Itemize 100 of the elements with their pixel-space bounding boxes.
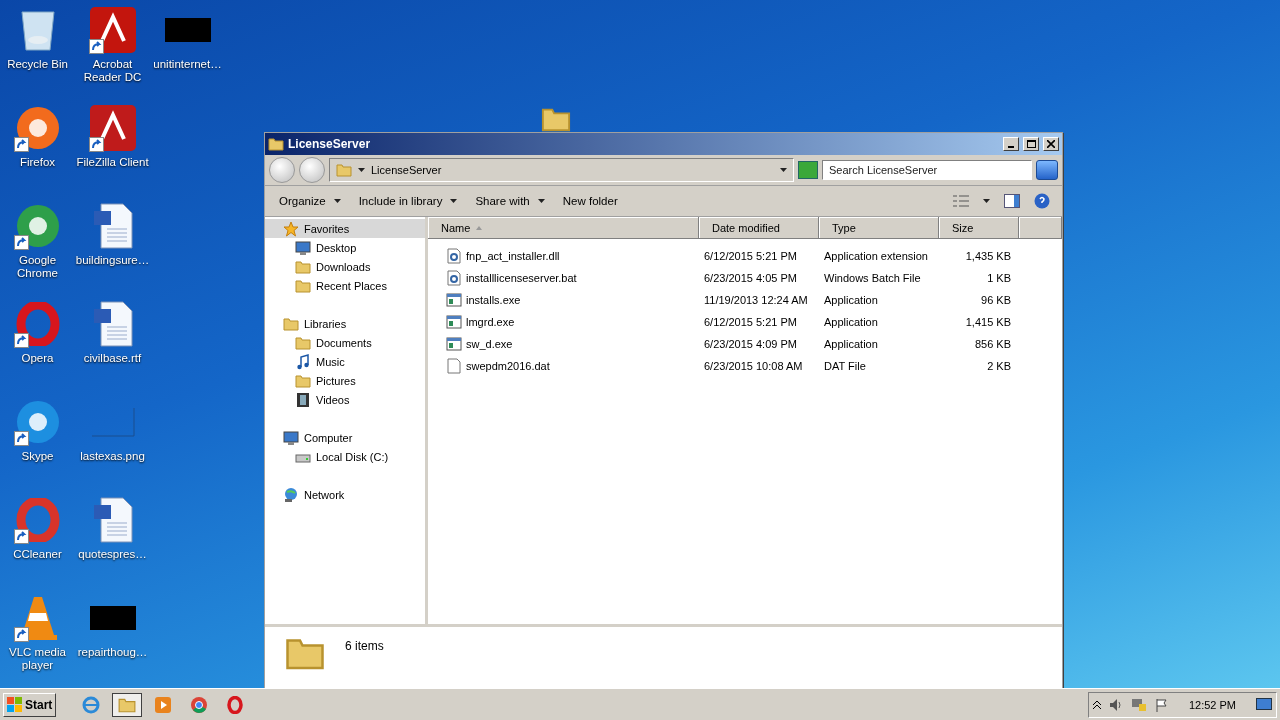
caret-icon — [780, 168, 787, 172]
folder-icon — [336, 162, 352, 178]
size-cell-text: 1,415 KB — [964, 316, 1012, 328]
file-name[interactable]: installlicenseserver.bat — [428, 270, 699, 286]
file-name[interactable]: installs.exe — [428, 292, 699, 308]
document-icon — [92, 203, 133, 249]
desktop-icon-label[interactable]: Recycle Bin — [7, 58, 68, 71]
desktop-icon-label[interactable]: CCleaner — [13, 548, 62, 561]
nav-item[interactable]: Computer — [265, 428, 425, 447]
caret-icon — [333, 199, 341, 203]
round-logo-icon — [15, 204, 60, 248]
date-cell-text: 6/23/2015 4:09 PM — [703, 338, 798, 350]
network-globe-icon — [283, 486, 299, 503]
caret-icon — [537, 199, 545, 203]
monitor-icon — [283, 429, 299, 446]
caret-icon — [983, 199, 990, 203]
chevron-up-icon — [1092, 699, 1101, 710]
folder-icon — [283, 315, 299, 332]
gear-file-icon — [446, 270, 462, 286]
nav-item[interactable]: Local Disk (C:) — [265, 447, 425, 466]
column-header[interactable]: Type — [819, 217, 939, 239]
nav-item[interactable]: Network — [265, 485, 425, 504]
desktop-icon-label[interactable]: lastexas.png — [80, 450, 145, 463]
file-name[interactable]: sw_d.exe — [428, 336, 699, 352]
trash-bin-icon — [19, 8, 56, 52]
start-button[interactable]: Start — [3, 692, 57, 717]
item-count: 6 items — [345, 638, 384, 653]
date-cell-text: 6/12/2015 5:21 PM — [703, 316, 798, 328]
nav-item[interactable]: Videos — [265, 390, 425, 409]
desktop-icon-label[interactable]: quotespres… — [78, 548, 147, 561]
nav-item[interactable]: Music — [265, 352, 425, 371]
desktop-icon-label[interactable]: Opera — [21, 352, 54, 365]
desktop-icon-label[interactable]: Acrobat Reader DC — [75, 58, 150, 84]
desktop-icon-label[interactable]: unitinternet… — [153, 58, 222, 71]
show-desktop-icon[interactable] — [1256, 697, 1272, 712]
window-title: LicenseServer — [288, 137, 372, 151]
desktop-icon-label[interactable]: repairthoug… — [77, 646, 148, 659]
toolbar-button[interactable]: New folder — [556, 193, 624, 209]
desktop-icon-label[interactable]: buildingsure… — [75, 254, 150, 267]
gear-file-icon — [446, 248, 462, 264]
music-note-icon — [295, 353, 311, 370]
nav-item[interactable]: Favorites — [265, 219, 425, 238]
desktop-icon-label[interactable]: Firefox — [19, 156, 56, 169]
file-name[interactable]: lmgrd.exe — [428, 314, 699, 330]
search-field[interactable]: Search LicenseServer — [822, 160, 1032, 180]
folder-icon — [295, 334, 311, 351]
desktop-icon-label[interactable]: civilbase.rtf — [83, 352, 142, 365]
flag-icon — [1154, 697, 1169, 712]
address-bar[interactable]: LicenseServer — [329, 158, 794, 182]
nav-item[interactable]: Desktop — [265, 238, 425, 257]
blank-file-icon — [446, 358, 462, 374]
back-button[interactable] — [269, 157, 295, 183]
thumbnail-icon — [164, 18, 211, 42]
file-name[interactable]: swepdm2016.dat — [428, 358, 699, 374]
type-cell-text: Windows Batch File — [823, 272, 922, 284]
maximize-button[interactable] — [1023, 137, 1039, 151]
nav-item[interactable]: Documents — [265, 333, 425, 352]
date-cell-text: 6/23/2015 10:08 AM — [703, 360, 804, 372]
minimize-button[interactable] — [1003, 137, 1019, 151]
nav-item[interactable]: Recent Places — [265, 276, 425, 295]
close-button[interactable] — [1043, 137, 1059, 151]
column-header[interactable] — [1019, 217, 1062, 239]
round-logo-icon — [15, 106, 60, 150]
taskbar-app[interactable] — [112, 692, 143, 717]
forward-button[interactable] — [299, 157, 325, 183]
toolbar-button[interactable]: Organize — [273, 193, 347, 209]
desktop-icon-label[interactable]: Google Chrome — [0, 254, 75, 280]
desktop-icon-label[interactable]: FileZilla Client — [76, 156, 149, 169]
nav-item[interactable]: Pictures — [265, 371, 425, 390]
nav-item[interactable]: Downloads — [265, 257, 425, 276]
column-header[interactable]: Name — [428, 217, 699, 239]
type-cell-text: Application — [823, 294, 879, 306]
search-button[interactable] — [1036, 160, 1058, 180]
column-header[interactable]: Date modified — [699, 217, 819, 239]
size-cell-text: 1,435 KB — [964, 250, 1012, 262]
close-icon — [1047, 140, 1055, 148]
caret-icon — [358, 168, 365, 172]
nav-item[interactable]: Libraries — [265, 314, 425, 333]
refresh-button[interactable] — [798, 161, 818, 179]
caret-icon — [450, 199, 458, 203]
toolbar-button[interactable]: Share with — [469, 193, 551, 209]
desktop-icon-label[interactable]: VLC media player — [0, 646, 75, 672]
toolbar-button[interactable]: Include in library — [352, 193, 464, 209]
folder-icon — [295, 372, 311, 389]
column-header[interactable]: Size — [939, 217, 1019, 239]
thumbnail-icon — [90, 407, 135, 437]
network-icon — [1130, 697, 1147, 712]
date-cell-text: 6/12/2015 5:21 PM — [703, 250, 798, 262]
clock[interactable]: 12:52 PM — [1188, 698, 1236, 711]
desktop-icon-label[interactable]: Skype — [21, 450, 54, 463]
windows-logo-icon — [7, 696, 23, 713]
size-cell-text: 2 KB — [986, 360, 1012, 372]
document-icon — [92, 497, 133, 543]
date-cell-text: 11/19/2013 12:24 AM — [703, 294, 809, 306]
speaker-icon — [1108, 697, 1123, 712]
film-icon — [295, 391, 311, 408]
file-name[interactable]: fnp_act_installer.dll — [428, 248, 699, 264]
size-cell-text: 856 KB — [973, 338, 1012, 350]
sort-arrow-icon — [476, 225, 483, 230]
window-icon — [446, 314, 462, 330]
